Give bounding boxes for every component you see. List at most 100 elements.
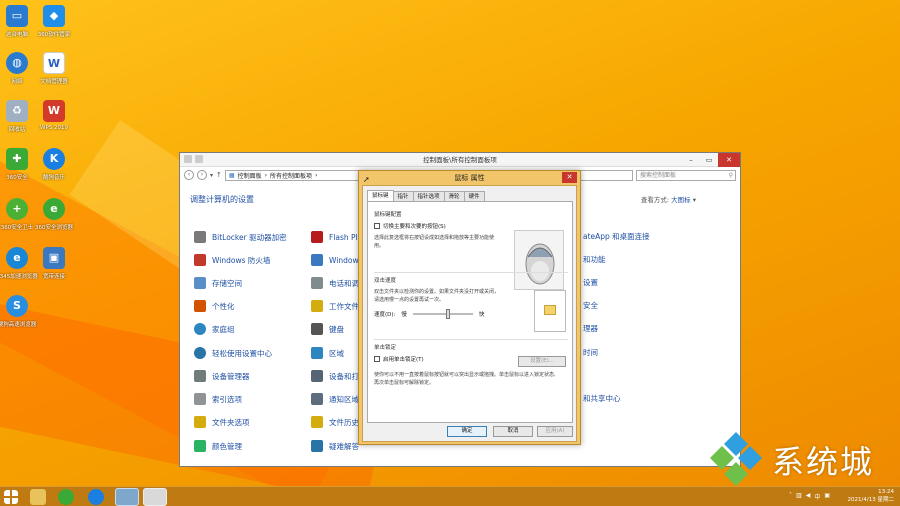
cp-item-flash-player[interactable]: Flash Pla	[311, 231, 362, 243]
cp-item-homegroup[interactable]: 家庭组	[194, 323, 235, 335]
cp-item-device-manager[interactable]: 设备管理器	[194, 370, 250, 382]
apply-button[interactable]: 应用(A)	[537, 426, 573, 437]
cp-item-notification-area[interactable]: 通知区域	[311, 393, 359, 405]
cp-item-windows[interactable]: Window	[311, 254, 359, 266]
cp-item-indexing[interactable]: 索引选项	[194, 393, 242, 405]
system-tray: ˄ ▥ ◀ 中 ▣	[789, 492, 830, 501]
cp-item-color-management[interactable]: 颜色管理	[194, 440, 242, 452]
desktop-icon-sogou-browser[interactable]: S 搜狗高速浏览器	[0, 295, 41, 328]
control-panel-titlebar[interactable]: 控制面板\所有控制面板项 – ▭ ✕	[180, 153, 740, 167]
chevron-down-icon: ▾	[692, 196, 696, 204]
mouse-properties-taskbar-button[interactable]	[143, 488, 167, 506]
cp-item-phone-modem[interactable]: 电话和调	[311, 277, 359, 289]
watermark: 系统城	[706, 432, 874, 486]
close-button[interactable]: ✕	[718, 153, 740, 167]
search-input[interactable]: 搜索控制面板 ⚲	[636, 169, 736, 181]
chevron-up-icon[interactable]: ˄	[789, 492, 792, 501]
volume-icon[interactable]: ◀	[806, 492, 811, 501]
cp-item-folder-options[interactable]: 文件夹选项	[194, 416, 250, 428]
cancel-button[interactable]: 取消	[493, 426, 533, 437]
cp-item-personalization[interactable]: 个性化	[194, 300, 235, 312]
cp-item-label: 理器	[583, 324, 598, 333]
cp-item-label: 轻松使用设置中心	[212, 348, 272, 358]
cp-item-network-sharing[interactable]: 和共享中心	[583, 393, 621, 404]
bitlocker-icon	[194, 231, 206, 243]
kugou-taskbar-icon[interactable]	[88, 489, 104, 505]
tab-buttons[interactable]: 鼠标键	[367, 190, 394, 201]
breadcrumb-item[interactable]: 所有控制面板项	[270, 171, 312, 180]
mouse-properties-dialog[interactable]: ➚ 鼠标 属性 ✕ 鼠标键 指针 指针选项 滑轮 硬件 鼠标键配置 切换主要和次…	[358, 170, 581, 445]
plus-circle-icon: +	[6, 198, 28, 220]
tab-hardware[interactable]: 硬件	[463, 191, 485, 201]
360-browser-taskbar-icon[interactable]	[58, 489, 74, 505]
cp-item-security[interactable]: 安全	[583, 300, 598, 311]
double-click-speed-slider[interactable]	[412, 309, 473, 319]
tab-pointers[interactable]: 指针	[392, 191, 414, 201]
cp-item-devices-printers[interactable]: 设备和打	[311, 370, 359, 382]
cp-item-programs[interactable]: 和功能	[583, 254, 606, 265]
file-explorer-icon[interactable]	[30, 489, 46, 505]
cp-item-storage-spaces[interactable]: 存储空间	[194, 277, 242, 289]
cp-item-troubleshooting[interactable]: 疑难解答	[311, 440, 359, 452]
computer-icon: ▭	[6, 5, 28, 27]
clock[interactable]: 13:24 2021/4/13 星期二	[848, 488, 894, 504]
firewall-icon	[194, 254, 206, 266]
desktop-background: ▭ 这台电脑 ◆ 360软件管家 ◍ 网络 W 文档管理器 ♻ 回收站 W WP…	[0, 0, 900, 486]
chevron-down-icon[interactable]: ▾	[210, 172, 213, 179]
cp-item-work-folders[interactable]: 工作文件	[311, 300, 359, 312]
double-click-description: 双击文件夹以检测你的设置。如果文件夹没打开或关闭，请选用慢一点的设置再试一次。	[374, 289, 500, 303]
checkbox-box[interactable]	[374, 223, 380, 229]
slider-thumb[interactable]	[445, 309, 450, 319]
clock-time: 13:24	[878, 489, 894, 495]
ime-indicator[interactable]: 中	[814, 492, 820, 501]
fast-label: 快	[478, 312, 485, 318]
desktop-icon-360-browser[interactable]: e 360安全浏览器	[30, 198, 78, 231]
network-tray-icon[interactable]: ▥	[796, 492, 802, 501]
dialog-titlebar[interactable]: ➚ 鼠标 属性 ✕	[359, 171, 580, 185]
minimize-button[interactable]: –	[682, 153, 700, 167]
cp-item-region[interactable]: 区域	[311, 347, 344, 359]
keyboard-icon	[311, 323, 323, 335]
cp-item-bitlocker[interactable]: BitLocker 驱动器加密	[194, 231, 287, 243]
desktop-icon-360-software[interactable]: ◆ 360软件管家	[30, 5, 78, 38]
desktop-icon-broadband[interactable]: ▣ 宽带连接	[30, 247, 78, 280]
clicklock-settings-button[interactable]: 设置(E)...	[518, 356, 566, 367]
switch-buttons-checkbox[interactable]: 切换主要和次要的按钮(S)	[374, 222, 568, 230]
watermark-text: 系统城	[772, 443, 875, 481]
breadcrumb-item[interactable]: 控制面板	[238, 171, 262, 180]
back-arrow-icon[interactable]: ‹	[184, 170, 194, 180]
cp-item-remoteapp[interactable]: ateApp 和桌面连接	[583, 231, 650, 242]
cp-item-ease-of-access[interactable]: 轻松使用设置中心	[194, 347, 272, 359]
folder-icon[interactable]	[544, 305, 556, 315]
kugou-icon: K	[43, 148, 65, 170]
maximize-button[interactable]: ▭	[700, 153, 718, 167]
color-management-icon	[194, 440, 206, 452]
checkbox-box[interactable]	[374, 356, 380, 362]
personalization-icon	[194, 300, 206, 312]
cp-item-firewall[interactable]: Windows 防火墙	[194, 254, 270, 266]
tab-pointer-options[interactable]: 指针选项	[412, 191, 445, 201]
search-icon[interactable]: ⚲	[729, 171, 733, 180]
region-icon	[311, 347, 323, 359]
group-title: 单击锁定	[374, 345, 397, 351]
up-arrow-icon[interactable]: ↑	[216, 171, 222, 179]
cp-item-file-history[interactable]: 文件历史	[311, 416, 359, 428]
close-button[interactable]: ✕	[562, 172, 577, 183]
tab-wheel[interactable]: 滑轮	[443, 191, 465, 201]
cp-item-keyboard[interactable]: 键盘	[311, 323, 344, 335]
start-windows-icon[interactable]	[4, 490, 18, 504]
cp-item-manager[interactable]: 理器	[583, 323, 598, 334]
cp-item-settings[interactable]: 设置	[583, 277, 598, 288]
desktop-icon-kugou[interactable]: K 酷狗音乐	[30, 148, 78, 181]
view-by-control[interactable]: 查看方式: 大图标 ▾	[641, 194, 696, 204]
test-folder-area[interactable]	[534, 290, 566, 332]
view-by-value[interactable]: 大图标	[671, 196, 691, 204]
network-icon: ◍	[6, 52, 28, 74]
desktop-icon-document-manager[interactable]: W 文档管理器	[30, 52, 78, 85]
desktop-icon-wps[interactable]: W WPS 2019	[30, 100, 78, 131]
ok-button[interactable]: 确定	[447, 426, 487, 437]
forward-arrow-icon[interactable]: ›	[197, 170, 207, 180]
control-panel-taskbar-button[interactable]	[115, 488, 139, 506]
action-center-icon[interactable]: ▣	[824, 492, 830, 501]
cp-item-datetime[interactable]: 时间	[583, 347, 598, 358]
